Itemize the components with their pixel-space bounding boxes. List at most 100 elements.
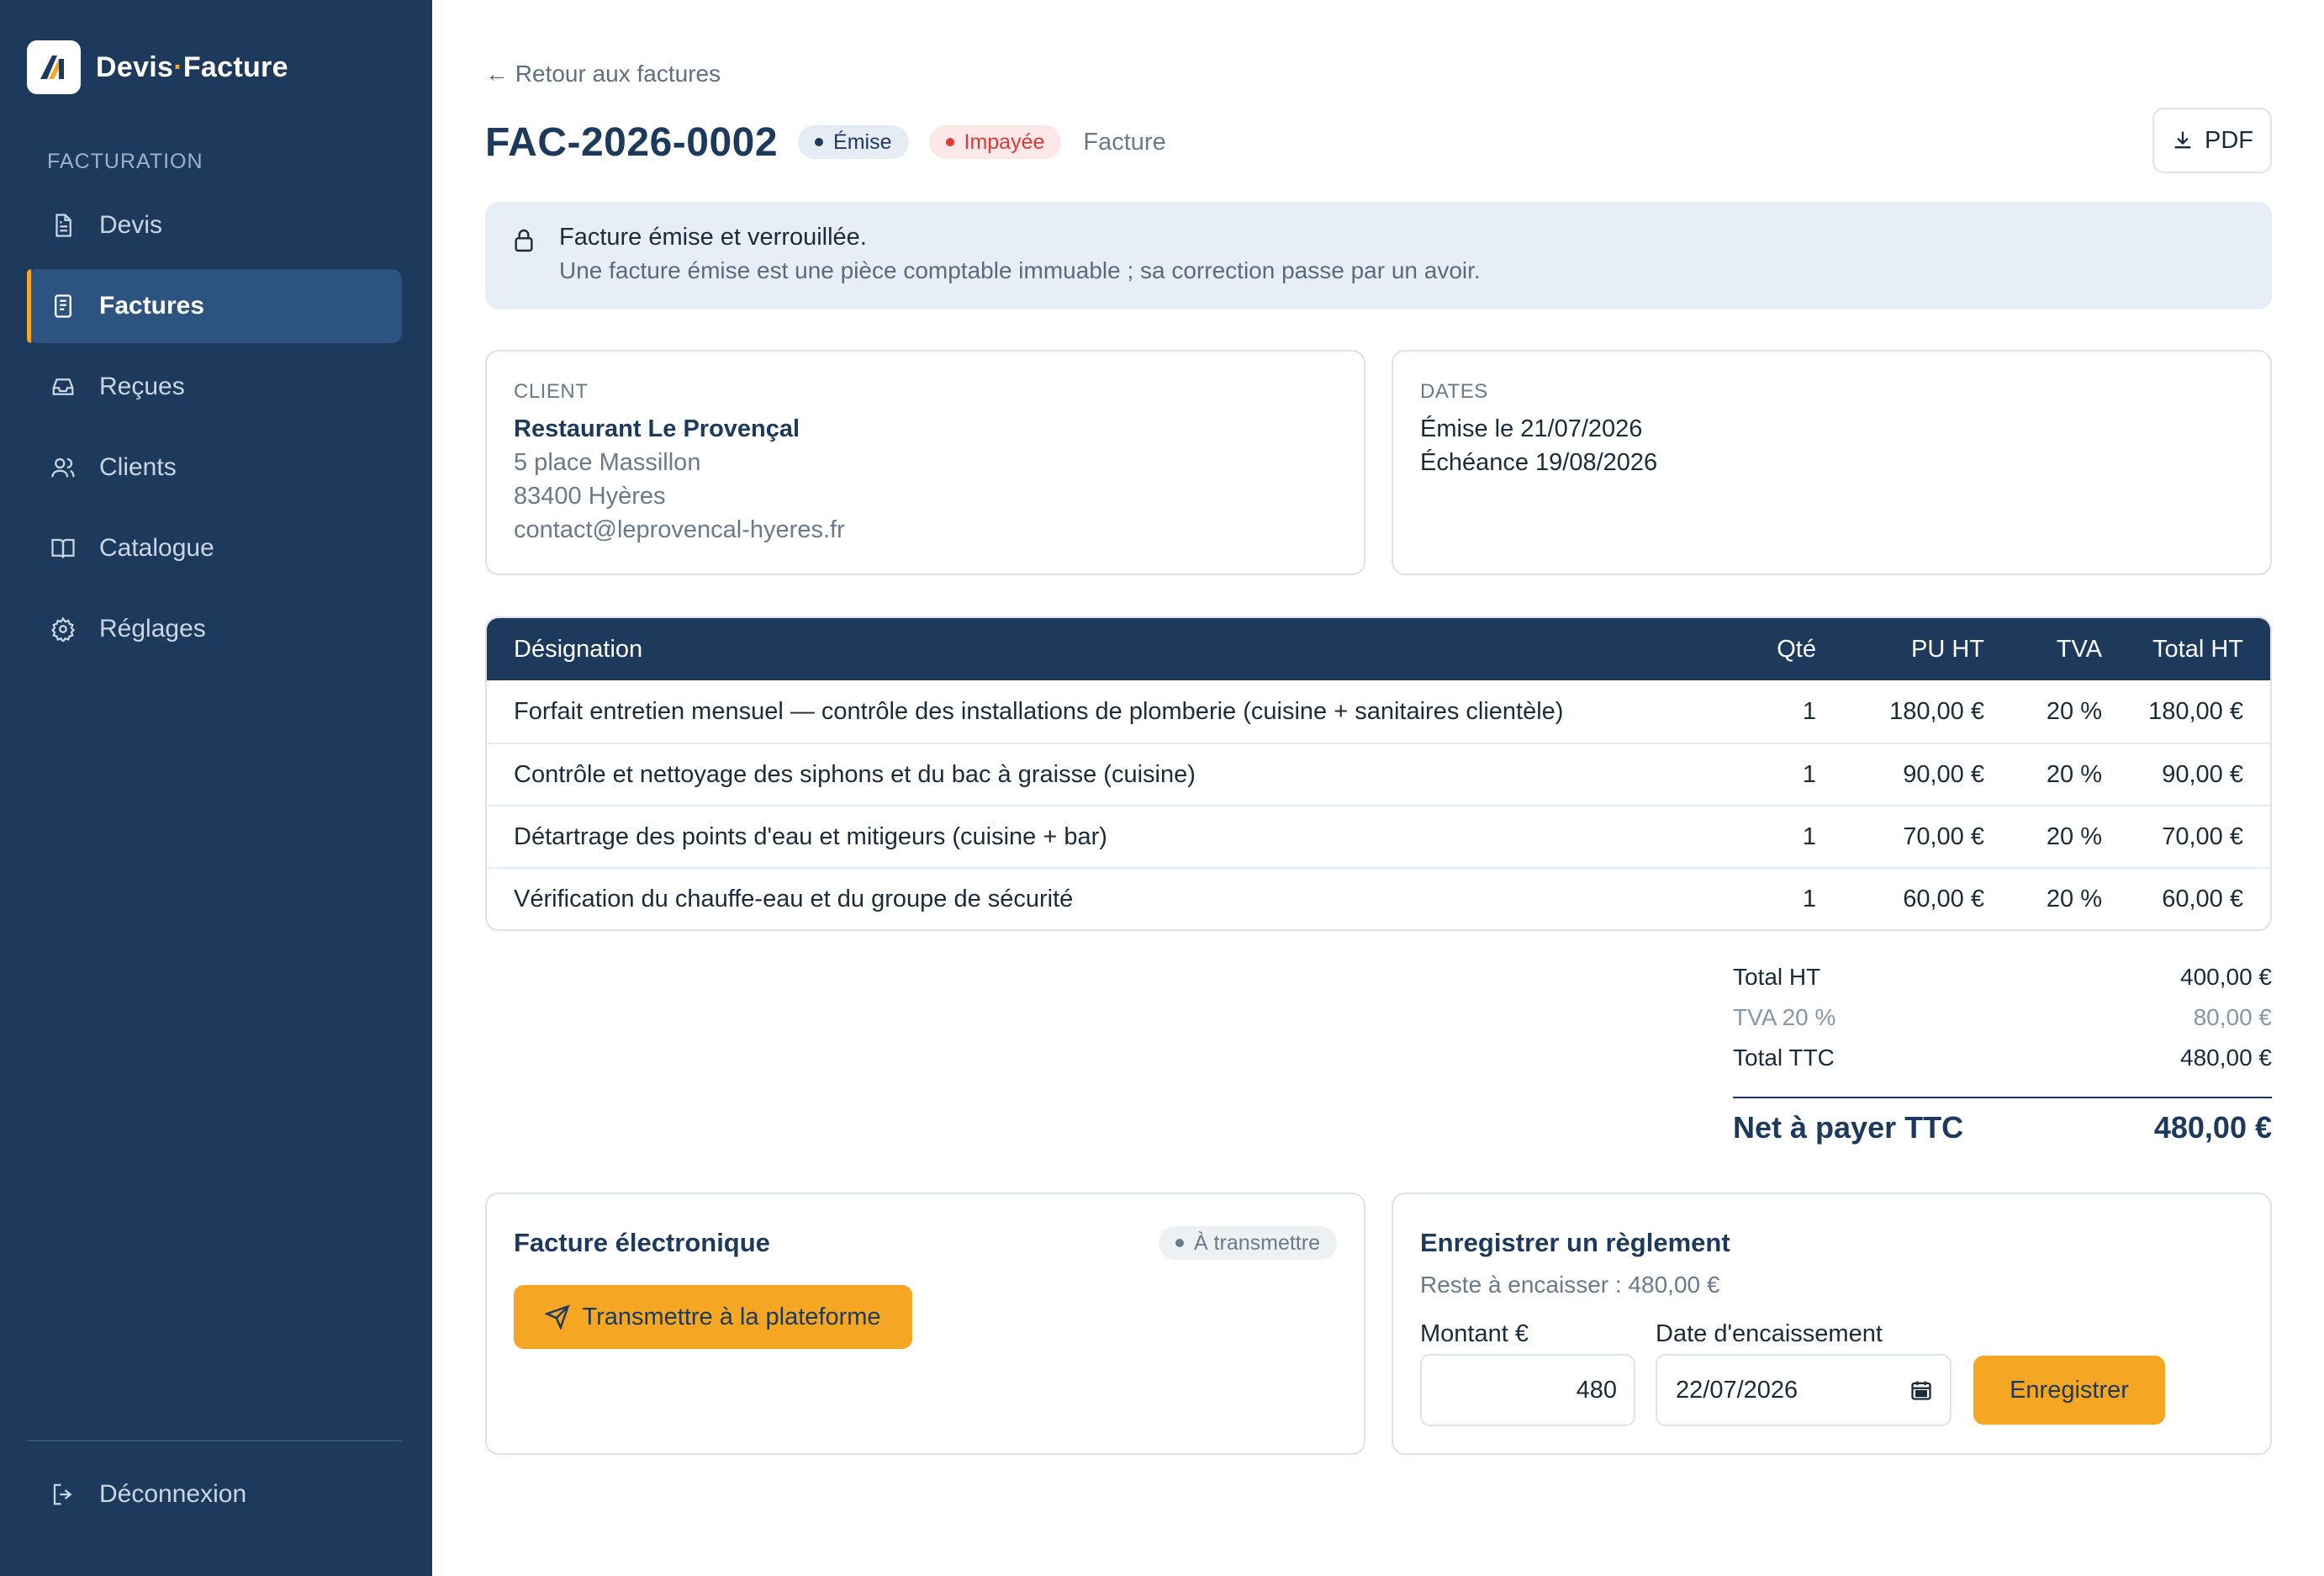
cell-designation: Détartrage des points d'eau et mitigeurs…	[514, 822, 1107, 850]
users-icon	[49, 453, 77, 482]
totals-summary: Total HT 400,00 € TVA 20 % 80,00 € Total…	[1733, 957, 2272, 1145]
cell-total: 180,00 €	[2148, 697, 2243, 725]
back-link[interactable]: ← Retour aux factures	[485, 61, 721, 87]
send-icon	[545, 1304, 570, 1330]
dates-label: DATES	[1420, 380, 1488, 403]
due-date: Échéance 19/08/2026	[1420, 449, 1658, 476]
payment-date-label: Date d'encaissement	[1656, 1320, 1883, 1347]
col-designation: Désignation	[514, 635, 643, 663]
sidebar-item-reglages[interactable]: Réglages	[27, 592, 402, 666]
cell-vat: 20 %	[2046, 822, 2102, 850]
payment-title: Enregistrer un règlement	[1420, 1228, 1730, 1257]
save-payment-button[interactable]: Enregistrer	[1973, 1356, 2165, 1425]
cell-qty: 1	[1802, 885, 1816, 912]
cell-qty: 1	[1802, 697, 1816, 725]
net-to-pay-label: Net à payer TTC	[1733, 1110, 1964, 1145]
total-ttc-value: 480,00 €	[2180, 1044, 2272, 1071]
sidebar: Devis·Facture FACTURATION Devis Factures…	[0, 0, 432, 1576]
sidebar-item-devis[interactable]: Devis	[27, 188, 402, 262]
col-qty: Qté	[1777, 635, 1816, 663]
client-email: contact@leprovencal-hyeres.fr	[514, 516, 845, 543]
cell-unit-price: 60,00 €	[1903, 885, 1984, 912]
vat-value: 80,00 €	[2193, 1004, 2272, 1030]
book-icon	[49, 534, 77, 563]
sidebar-item-recues[interactable]: Reçues	[27, 350, 402, 424]
logout-icon	[49, 1480, 77, 1509]
logo	[27, 40, 81, 94]
client-city: 83400 Hyères	[514, 483, 666, 510]
inbox-icon	[49, 373, 77, 401]
sidebar-item-label: Clients	[99, 453, 177, 481]
client-label: CLIENT	[514, 380, 589, 403]
logout-label: Déconnexion	[99, 1480, 247, 1508]
page-title: FAC-2026-0002	[485, 119, 779, 165]
table-row: Détartrage des points d'eau et mitigeurs…	[487, 805, 2270, 867]
sidebar-item-label: Réglages	[99, 615, 206, 643]
payment-card: Enregistrer un règlement Reste à encaiss…	[1392, 1193, 2272, 1455]
section-label-facturation: FACTURATION	[47, 150, 203, 173]
transmit-button[interactable]: Transmettre à la plateforme	[514, 1285, 912, 1349]
amount-value: 480	[1576, 1376, 1617, 1404]
transmit-button-label: Transmettre à la plateforme	[582, 1303, 881, 1330]
einvoice-status-label: À transmettre	[1193, 1230, 1320, 1255]
pdf-label: PDF	[2205, 126, 2253, 154]
amount-input[interactable]: 480	[1420, 1354, 1635, 1426]
einvoice-card: Facture électronique À transmettre Trans…	[485, 1193, 1365, 1455]
cell-qty: 1	[1802, 760, 1816, 788]
sidebar-item-factures[interactable]: Factures	[27, 269, 402, 343]
sidebar-item-label: Catalogue	[99, 534, 214, 562]
payment-date-value: 22/07/2026	[1676, 1376, 1798, 1404]
sidebar-nav: Devis Factures Reçues Clients Catalogue	[27, 188, 402, 673]
logout-button[interactable]: Déconnexion	[49, 1480, 246, 1509]
document-icon	[49, 211, 77, 240]
sidebar-divider	[27, 1440, 402, 1441]
sidebar-item-catalogue[interactable]: Catalogue	[27, 511, 402, 585]
einvoice-status-badge: À transmettre	[1158, 1226, 1337, 1260]
cell-unit-price: 70,00 €	[1903, 822, 1984, 850]
status-dot-icon	[815, 138, 824, 146]
total-ht-label: Total HT	[1733, 964, 1821, 990]
download-icon	[2174, 131, 2191, 149]
cell-designation: Forfait entretien mensuel — contrôle des…	[514, 697, 1564, 725]
cell-vat: 20 %	[2046, 885, 2102, 912]
brand-name: Devis·Facture	[96, 50, 288, 83]
calendar-icon[interactable]	[1909, 1378, 1933, 1402]
net-to-pay-row: Net à payer TTC 480,00 €	[1733, 1110, 2272, 1145]
lock-icon	[510, 227, 537, 258]
table-row: Vérification du chauffe-eau et du groupe…	[487, 867, 2270, 929]
einvoice-title: Facture électronique	[514, 1228, 770, 1257]
vat-label: TVA 20 %	[1733, 1004, 1836, 1030]
col-total: Total HT	[2152, 635, 2243, 663]
payment-badge: Impayée	[928, 125, 1062, 159]
invoice-icon	[49, 292, 77, 320]
cell-total: 70,00 €	[2162, 822, 2243, 850]
sidebar-item-label: Reçues	[99, 373, 185, 400]
status-dot-icon	[1175, 1239, 1184, 1247]
brand[interactable]: Devis·Facture	[27, 40, 288, 94]
cell-designation: Vérification du chauffe-eau et du groupe…	[514, 885, 1074, 912]
locked-notice: Facture émise et verrouillée. Une factur…	[485, 202, 2272, 309]
payment-date-input[interactable]: 22/07/2026	[1656, 1354, 1952, 1426]
notice-title: Facture émise et verrouillée.	[559, 224, 867, 251]
gear-icon	[49, 615, 77, 643]
cell-unit-price: 180,00 €	[1889, 697, 1984, 725]
save-payment-label: Enregistrer	[2010, 1376, 2129, 1404]
cell-unit-price: 90,00 €	[1903, 760, 1984, 788]
client-address: 5 place Massillon	[514, 449, 701, 476]
total-ht-row: Total HT 400,00 €	[1733, 957, 2272, 997]
table-row: Forfait entretien mensuel — contrôle des…	[487, 680, 2270, 743]
table-body: Forfait entretien mensuel — contrôle des…	[487, 680, 2270, 929]
cell-qty: 1	[1802, 822, 1816, 850]
cell-total: 90,00 €	[2162, 760, 2243, 788]
totals-divider	[1733, 1097, 2272, 1098]
client-card: CLIENT Restaurant Le Provençal 5 place M…	[485, 350, 1365, 575]
total-ttc-label: Total TTC	[1733, 1044, 1835, 1071]
payment-badge-label: Impayée	[964, 130, 1045, 154]
amount-label: Montant €	[1420, 1320, 1529, 1347]
cell-vat: 20 %	[2046, 760, 2102, 788]
sidebar-item-clients[interactable]: Clients	[27, 431, 402, 505]
pdf-download-button[interactable]: PDF	[2152, 108, 2272, 173]
col-vat: TVA	[2056, 635, 2102, 663]
remaining-amount: Reste à encaisser : 480,00 €	[1420, 1272, 1720, 1298]
table-header: Désignation Qté PU HT TVA Total HT	[487, 618, 2270, 680]
